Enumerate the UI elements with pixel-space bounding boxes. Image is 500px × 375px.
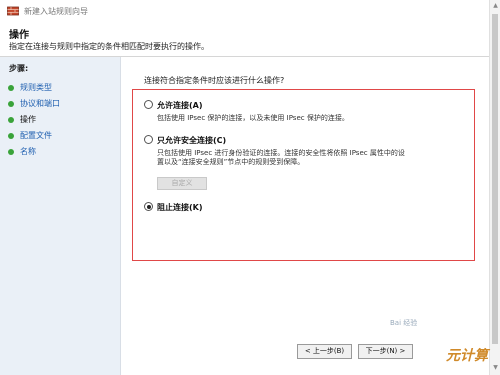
step-label: 协议和端口: [20, 99, 60, 108]
step-bullet-icon: [8, 133, 14, 139]
scroll-up-icon[interactable]: ▲: [492, 2, 499, 9]
allow-connection-desc: 包括使用 IPsec 保护的连接，以及未使用 IPsec 保护的连接。: [157, 114, 349, 122]
watermark-logo: 元计算: [446, 348, 488, 364]
allow-secure-desc-line2: 置以及“连接安全规则”节点中的规则受到保障。: [157, 158, 305, 166]
step-protocol-port[interactable]: 协议和端口: [8, 97, 116, 111]
window-title: 新建入站规则向导: [24, 7, 88, 16]
allow-connection-label[interactable]: 允许连接(A): [157, 100, 203, 111]
back-button[interactable]: < 上一步(B): [297, 344, 352, 359]
step-label: 名称: [20, 147, 36, 156]
step-rule-type[interactable]: 规则类型: [8, 81, 116, 95]
step-profile[interactable]: 配置文件: [8, 129, 116, 143]
firewall-app-icon: [7, 6, 19, 16]
wizard-header: 操作 指定在连接与规则中指定的条件相匹配时要执行的操作。: [0, 22, 489, 57]
page-title: 操作: [9, 30, 29, 41]
scroll-thumb[interactable]: [492, 14, 498, 344]
steps-label: 步骤:: [9, 64, 29, 73]
step-label: 配置文件: [20, 131, 52, 140]
action-question: 连接符合指定条件时应该进行什么操作?: [144, 76, 285, 85]
step-bullet-icon: [8, 149, 14, 155]
step-bullet-icon: [8, 85, 14, 91]
allow-connection-radio[interactable]: [144, 100, 153, 109]
step-bullet-icon: [8, 101, 14, 107]
vertical-scrollbar[interactable]: ▲ ▼: [489, 0, 500, 375]
block-connection-radio[interactable]: [144, 202, 153, 211]
allow-secure-label[interactable]: 只允许安全连接(C): [157, 135, 226, 146]
step-label: 规则类型: [20, 83, 52, 92]
title-bar: 新建入站规则向导: [0, 0, 489, 23]
step-label: 操作: [20, 115, 36, 124]
block-connection-label[interactable]: 阻止连接(K): [157, 202, 203, 213]
customize-button[interactable]: 自定义: [157, 177, 207, 190]
step-bullet-icon: [8, 117, 14, 123]
main-pane: 连接符合指定条件时应该进行什么操作? 允许连接(A) 包括使用 IPsec 保护…: [121, 57, 489, 375]
step-name[interactable]: 名称: [8, 145, 116, 159]
page-description: 指定在连接与规则中指定的条件相匹配时要执行的操作。: [9, 42, 209, 51]
steps-pane: 步骤: 规则类型 协议和端口 操作 配置文件 名称: [0, 57, 121, 375]
scroll-down-icon[interactable]: ▼: [492, 364, 499, 371]
watermark-caption: Bai 经验: [390, 319, 418, 327]
step-action[interactable]: 操作: [8, 113, 116, 127]
allow-secure-radio[interactable]: [144, 135, 153, 144]
